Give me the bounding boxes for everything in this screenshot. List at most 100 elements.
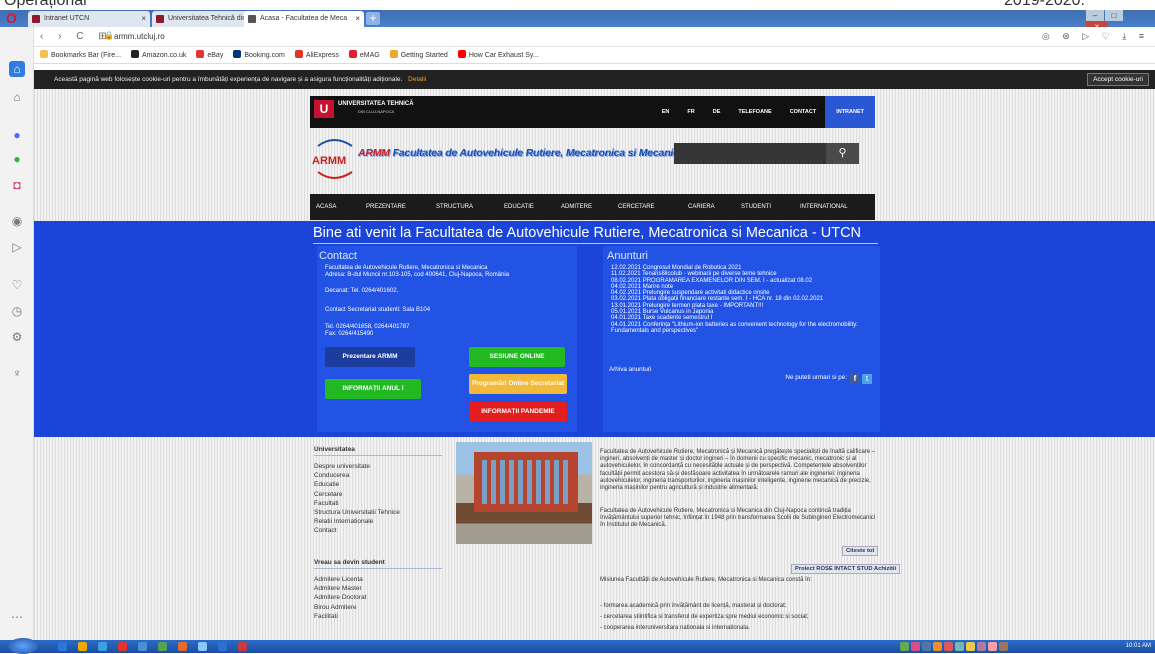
bookmark-item[interactable]: eMAG xyxy=(348,50,380,59)
taskbar-app-icon[interactable] xyxy=(158,642,167,651)
taskbar-app-icon[interactable] xyxy=(118,642,127,651)
faculty-title[interactable]: ARMM Facultatea de Autovehicule Rutiere,… xyxy=(358,147,685,159)
informatii-pandemie-button[interactable]: INFORMAȚII PANDEMIE xyxy=(469,402,567,422)
messenger-icon[interactable]: ● xyxy=(9,127,25,143)
sidebar-link[interactable]: Structura Universitatii Tehnice xyxy=(314,509,400,516)
taskbar-app-icon[interactable] xyxy=(178,642,187,651)
utcn-menu-en[interactable]: EN xyxy=(653,96,679,128)
home-outline-icon[interactable]: ⌂ xyxy=(9,89,25,105)
search-input[interactable] xyxy=(674,143,828,164)
taskbar-app-icon[interactable] xyxy=(999,642,1008,651)
taskbar-app-icon[interactable] xyxy=(933,642,942,651)
opera-logo-icon[interactable]: O xyxy=(6,10,22,27)
archive-link[interactable]: Arhiva anunturi xyxy=(609,366,651,373)
taskbar-app-icon[interactable] xyxy=(218,642,227,651)
sidebar-link[interactable]: Educatie xyxy=(314,481,339,488)
armm-logo-icon[interactable]: ARMM xyxy=(312,134,356,184)
utcn-logo-icon[interactable]: U xyxy=(314,100,334,118)
utcn-menu-fr[interactable]: FR xyxy=(678,96,703,128)
tab-intranet[interactable]: Intranet UTCN × xyxy=(28,11,150,27)
home-icon[interactable]: ⌂ xyxy=(9,61,25,77)
utcn-menu-contact[interactable]: CONTACT xyxy=(781,96,825,128)
bookmark-item[interactable]: AliExpress xyxy=(294,50,339,59)
toolbar-icons[interactable]: ◎ ⊛ ▷ ♡ ⤓ ≡ xyxy=(1042,31,1149,42)
search-icon[interactable]: ⚲ xyxy=(826,143,859,164)
sidebar-link[interactable]: Despre universitate xyxy=(314,463,370,470)
bookmark-item[interactable]: Booking.com xyxy=(233,50,285,59)
utcn-menu-telefoane[interactable]: TELEFOANE xyxy=(729,96,780,128)
settings-icon[interactable]: ⚙ xyxy=(9,329,25,345)
bookmark-item[interactable]: Bookmarks Bar (Fire... xyxy=(40,50,121,59)
sidebar-link[interactable]: Admitere Licenta xyxy=(314,576,363,583)
utcn-name[interactable]: UNIVERSITATEA TEHNICĂ DIN CLUJ-NAPOCA xyxy=(338,100,414,116)
taskbar-app-icon[interactable] xyxy=(988,642,997,651)
main-menu-item-acasa[interactable]: ACASA xyxy=(316,194,336,220)
flow-icon[interactable]: ▷ xyxy=(9,239,25,255)
taskbar-app-icon[interactable] xyxy=(78,642,87,651)
tab-close-icon[interactable]: × xyxy=(355,11,360,27)
bookmark-item[interactable]: eBay xyxy=(196,50,223,59)
minimize-button[interactable]: – xyxy=(1086,10,1104,21)
sesiune-online-button[interactable]: SESIUNE ONLINE xyxy=(469,347,565,367)
main-menu-item-cercetare[interactable]: CERCETARE xyxy=(618,194,655,220)
history-icon[interactable]: ◷ xyxy=(9,303,25,319)
taskbar-app-icon[interactable] xyxy=(944,642,953,651)
heart-icon[interactable]: ♡ xyxy=(9,277,25,293)
sidebar-link[interactable]: Birou Admitere xyxy=(314,604,357,611)
utcn-menu-de[interactable]: DE xyxy=(704,96,730,128)
sidebar-link[interactable]: Admitere Master xyxy=(314,585,362,592)
main-menu-item-cariera[interactable]: CARIERA xyxy=(688,194,715,220)
sidebar-link[interactable]: Relatii Internationale xyxy=(314,518,373,525)
main-menu-item-international[interactable]: INTERNATIONAL xyxy=(800,194,848,220)
main-menu-item-studenti[interactable]: STUDENTI xyxy=(741,194,771,220)
main-menu-item-structura[interactable]: STRUCTURA xyxy=(436,194,473,220)
sidebar-link[interactable]: Contact xyxy=(314,527,336,534)
bookmark-item[interactable]: Amazon.co.uk xyxy=(131,50,186,59)
informatii-anul1-button[interactable]: INFORMAȚII ANUL I xyxy=(325,379,421,399)
main-menu-item-admitere[interactable]: ADMITERE xyxy=(561,194,592,220)
bookmark-item[interactable]: How Car Exhaust Sy... xyxy=(457,50,539,59)
navigation-buttons[interactable]: ‹ › C ⊞ xyxy=(40,31,113,42)
system-tray[interactable]: 10:01 AM xyxy=(1126,640,1151,653)
sidebar-link[interactable]: Facilitati xyxy=(314,613,338,620)
sidebar-link[interactable]: Admitere Doctorat xyxy=(314,594,366,601)
main-menu-item-prezentare[interactable]: PREZENTARE xyxy=(366,194,406,220)
taskbar-app-icon[interactable] xyxy=(966,642,975,651)
taskbar-app-icon[interactable] xyxy=(911,642,920,651)
main-menu-item-educatie[interactable]: EDUCATIE xyxy=(504,194,534,220)
tab-close-icon[interactable]: × xyxy=(141,11,146,27)
bookmark-item[interactable]: Getting Started xyxy=(389,50,448,59)
instagram-icon[interactable]: ◘ xyxy=(9,177,25,193)
announcement-item[interactable]: 04.01.2021 Conferința "Lithium-ion batte… xyxy=(611,322,877,335)
url-field[interactable]: armm.utcluj.ro xyxy=(114,32,165,41)
twitter-icon[interactable]: t xyxy=(862,374,872,384)
taskbar-app-icon[interactable] xyxy=(58,642,67,651)
taskbar-app-icon[interactable] xyxy=(98,642,107,651)
cookie-details-link[interactable]: Detalii xyxy=(408,76,426,83)
player-icon[interactable]: ◉ xyxy=(9,213,25,229)
more-icon[interactable]: ⋯ xyxy=(9,609,25,625)
sidebar-link[interactable]: Cercetare xyxy=(314,491,343,498)
taskbar-app-icon[interactable] xyxy=(955,642,964,651)
whatsapp-icon[interactable]: ● xyxy=(9,151,25,167)
programari-online-button[interactable]: Programări Online Secretariat xyxy=(469,374,567,394)
taskbar-app-icon[interactable] xyxy=(977,642,986,651)
new-tab-button[interactable]: + xyxy=(366,12,380,25)
maximize-button[interactable]: □ xyxy=(1105,10,1123,21)
taskbar-app-icon[interactable] xyxy=(238,642,247,651)
facebook-icon[interactable]: f xyxy=(850,374,860,384)
taskbar-app-icon[interactable] xyxy=(198,642,207,651)
accept-cookies-button[interactable]: Accept cookie-uri xyxy=(1087,73,1149,86)
utcn-menu-intranet[interactable]: INTRANET xyxy=(825,96,875,128)
start-button[interactable] xyxy=(8,638,38,654)
tab-acasa[interactable]: Acasa - Facultatea de Meca × xyxy=(244,11,364,27)
pin-icon[interactable]: ♆ xyxy=(9,365,25,381)
sidebar-link[interactable]: Conducerea xyxy=(314,472,349,479)
taskbar-app-icon[interactable] xyxy=(922,642,931,651)
prezentare-armm-button[interactable]: Prezentare ARMM xyxy=(325,347,415,367)
taskbar-app-icon[interactable] xyxy=(900,642,909,651)
sidebar-link[interactable]: Facultati xyxy=(314,500,339,507)
read-more-button[interactable]: Citeste tot xyxy=(842,546,879,556)
rose-project-button[interactable]: Proiect ROSE INTACT STUD Achizitii xyxy=(791,564,901,574)
taskbar-app-icon[interactable] xyxy=(138,642,147,651)
